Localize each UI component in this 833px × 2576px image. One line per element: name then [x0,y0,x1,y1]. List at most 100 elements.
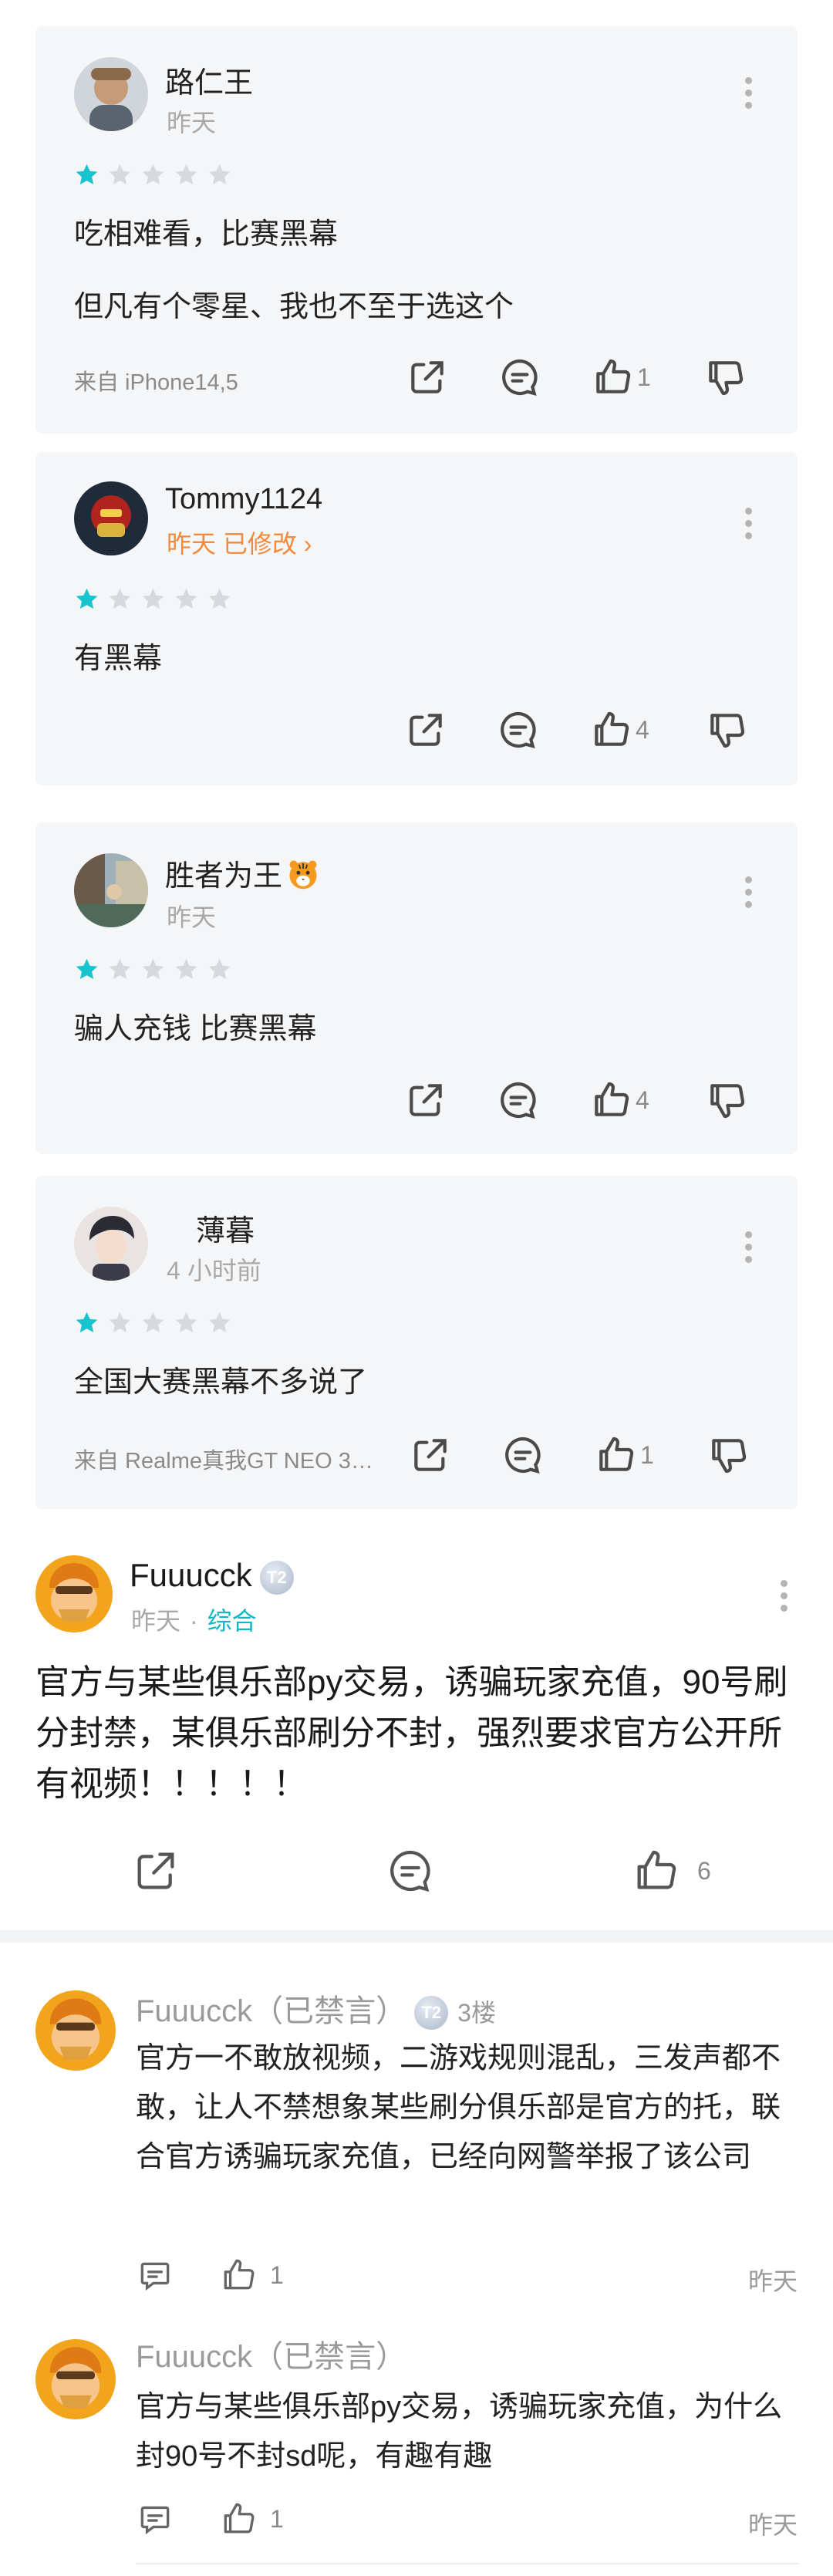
like-count: 1 [270,2260,284,2289]
like-button[interactable]: 4 [589,1077,705,1123]
star-rating [74,1310,232,1335]
comment-author-name: Fuuucck（已禁言） [136,2340,407,2374]
reply-icon[interactable] [136,2256,174,2294]
more-options-icon[interactable] [745,876,753,912]
star-filled-icon [76,1312,98,1333]
thumbs-down-icon [709,361,744,396]
avatar[interactable] [35,1555,113,1632]
comment-author[interactable]: Fuuucck（已禁言） [136,2331,406,2376]
star-filled-icon [76,588,98,609]
comment-button[interactable] [501,1432,594,1478]
like-button[interactable]: 6 [631,1846,716,1896]
comment-button[interactable] [498,354,591,400]
star-empty-icon [208,164,231,185]
avatar[interactable] [74,1207,148,1281]
share-button[interactable] [404,1077,497,1123]
thumbs-up-icon [596,359,631,393]
comment-button[interactable] [497,1077,589,1123]
tiger-emoji-icon [289,860,317,890]
share-icon [410,1084,442,1116]
review-text: 但凡有个零星、我也不至于选这个 [74,291,514,323]
star-empty-icon [208,588,231,609]
comment-icon [505,1437,541,1474]
avatar[interactable] [74,853,148,927]
share-icon [137,1852,174,1889]
star-empty-icon [175,164,197,185]
thumbs-down-icon [710,1084,745,1119]
device-source: 来自 Realme真我GT NEO 3… [74,1449,373,1474]
post-author[interactable]: Fuuucck T2 [130,1557,294,1595]
post-time: 4 小时前 [167,1257,261,1285]
share-button[interactable] [404,707,497,753]
share-icon [414,1439,447,1471]
star-empty-icon [142,958,164,980]
review-page: 路仁王 昨天 吃相难看，比赛黑幕 但凡有个零星、我也不至于选这个 来自 iPho… [0,0,833,2576]
dislike-button[interactable] [707,1432,750,1478]
thumbs-down-icon [710,714,745,748]
star-filled-icon [76,164,98,185]
thumbs-up-icon [637,1850,676,1889]
like-button[interactable]: 1 [591,354,703,400]
comment-time: 昨天 [747,2267,798,2295]
share-button[interactable] [131,1846,180,1896]
star-empty-icon [208,1312,231,1333]
username[interactable]: 薄暮 [196,1207,255,1249]
dislike-button[interactable] [705,707,748,753]
dislike-button[interactable] [705,1077,748,1123]
thumbs-up-icon [599,1437,634,1471]
review-text: 吃相难看，比赛黑幕 [74,218,339,251]
review-text: 骗人充钱 比赛黑幕 [74,1013,317,1045]
comment-icon [501,1082,536,1119]
post-time-edited[interactable]: 昨天 已修改 › [167,525,312,560]
post-body: 官方与某些俱乐部py交易，诱骗玩家充值，90号刷分封禁，某俱乐部刷分不封，强烈要… [35,1663,788,1803]
star-empty-icon [109,588,131,609]
share-icon [411,361,443,393]
share-button[interactable] [409,1432,501,1478]
thumbs-up-icon[interactable] [219,2256,258,2294]
like-button[interactable]: 4 [589,707,705,753]
more-options-icon[interactable] [745,1231,753,1267]
like-count: 4 [636,715,649,744]
avatar[interactable] [35,1990,116,2071]
comment-author[interactable]: Fuuucck（已禁言） T2 3楼 [136,1986,496,2031]
thumbs-up-icon[interactable] [219,2500,258,2538]
comment-actions: 1 [136,2500,288,2538]
avatar[interactable] [74,481,148,555]
username[interactable]: 胜者为王 [165,852,319,894]
comment-button[interactable] [386,1846,435,1896]
thumbs-up-icon [595,1082,629,1116]
like-count: 1 [270,2504,284,2533]
star-empty-icon [175,1312,197,1333]
review-actions: 4 [404,707,748,753]
post-category[interactable]: 综合 [207,1607,257,1635]
device-source: 来自 iPhone14,5 [74,370,238,395]
star-empty-icon [208,958,231,980]
dislike-button[interactable] [703,354,747,400]
star-filled-icon [76,958,98,980]
more-options-icon[interactable] [745,508,753,543]
comment-button[interactable] [497,707,589,753]
star-empty-icon [109,958,131,980]
username[interactable]: 路仁王 [165,59,253,101]
username[interactable]: Tommy1124 [165,483,322,516]
review-text: 全国大赛黑幕不多说了 [74,1366,368,1399]
more-options-icon[interactable] [781,1580,788,1617]
comment-author-name: Fuuucck（已禁言） [136,1994,407,2028]
reply-icon[interactable] [136,2500,174,2538]
avatar[interactable] [35,2339,116,2419]
level-badge: T2 [259,1561,294,1595]
avatar[interactable] [74,57,148,131]
comment-time: 昨天 [747,2511,798,2539]
like-button[interactable]: 1 [594,1432,707,1478]
post-actions: 6 [0,1846,833,1908]
post-time: 昨天 [131,1607,181,1635]
like-count: 1 [637,363,651,391]
level-badge: T2 [414,1996,449,2030]
post-time: 昨天 [167,903,217,931]
comment-body: 官方与某些俱乐部py交易，诱骗玩家充值，为什么封90号不封sd呢，有趣有趣 [136,2391,783,2473]
more-options-icon[interactable] [745,77,753,113]
share-button[interactable] [406,354,498,400]
like-count: 1 [640,1440,654,1469]
comment-icon [501,711,536,748]
floor-number: 3楼 [457,1999,496,2027]
